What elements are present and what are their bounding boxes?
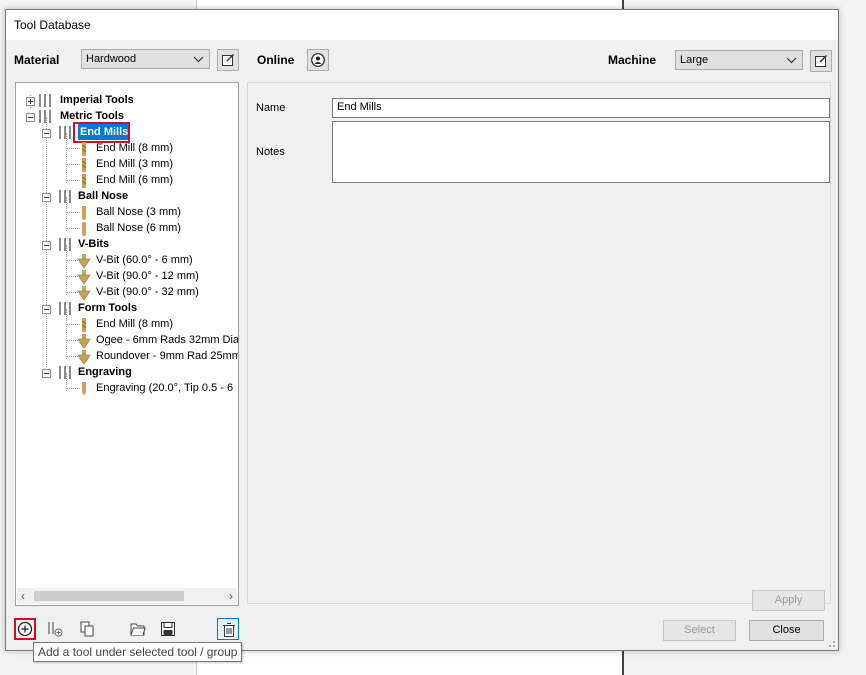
collapse-form-tools-toggle[interactable] [42,305,51,314]
tree-connector [66,228,80,229]
v-bit-icon [77,254,91,269]
name-value: End Mills [337,101,382,113]
add-group-icon [48,622,63,637]
tree-connector [66,388,80,389]
ball-nose-icon [82,222,86,236]
edit-material-button[interactable] [217,49,239,71]
edit-machine-button[interactable] [810,50,832,72]
name-field[interactable]: End Mills [332,98,830,118]
tool-group-icon [59,190,71,203]
open-button[interactable] [127,618,149,640]
chevron-down-icon [193,56,204,63]
tool-group-icon [59,302,71,315]
delete-button[interactable] [217,618,239,640]
end-mill-icon [81,142,87,156]
tree-connector [66,324,80,325]
tree-connector [66,180,80,181]
online-label: Online [257,53,295,67]
tool-group-icon [59,366,71,379]
add-tool-button[interactable] [14,618,36,640]
expand-imperial-toggle[interactable] [26,97,35,106]
v-bit-icon [77,270,91,285]
folder-icon [130,623,146,636]
select-button[interactable]: Select [663,620,736,641]
tree-horizontal-scrollbar[interactable]: ‹ › [17,588,237,604]
machine-label: Machine [608,53,657,67]
apply-button[interactable]: Apply [752,590,825,611]
tool-group-icon [59,126,71,139]
name-label: Name [256,102,286,114]
machine-value: Large [680,54,709,66]
end-mill-icon [81,318,87,332]
tree-connector [66,212,80,213]
collapse-end-mills-toggle[interactable] [42,129,51,138]
add-group-button[interactable] [44,618,66,640]
close-button[interactable]: Close [749,620,824,641]
resize-grip-icon[interactable] [826,638,836,648]
tree-connector [66,148,80,149]
collapse-v-bits-toggle[interactable] [42,241,51,250]
tree-connector [66,164,80,165]
collapse-ball-nose-toggle[interactable] [42,193,51,202]
online-user-button[interactable] [307,49,329,71]
trash-icon [223,623,235,637]
tool-database-dialog: Tool Database Material Hardwood Online M… [5,9,839,651]
ball-nose-icon [82,206,86,220]
scrollbar-thumb[interactable] [34,591,184,601]
copy-icon [80,621,94,637]
tooltip: Add a tool under selected tool / group [33,642,243,662]
collapse-metric-toggle[interactable] [26,113,35,122]
chevron-down-icon [786,57,797,64]
form-tool-icon [77,334,91,349]
machine-dropdown[interactable]: Large [675,50,803,70]
tool-group-icon [39,94,51,107]
collapse-engraving-toggle[interactable] [42,369,51,378]
title-bar: Tool Database [6,10,838,40]
notes-field[interactable] [332,121,830,183]
scroll-right-icon[interactable]: › [229,589,233,603]
tool-tree[interactable]: Imperial Tools Metric Tools End Mills En… [15,82,239,606]
material-label: Material [14,53,60,67]
user-circle-icon [311,53,325,67]
add-circle-icon [17,621,33,637]
material-dropdown[interactable]: Hardwood [81,49,210,69]
edit-icon [222,53,235,66]
notes-label: Notes [256,146,285,158]
tool-details-panel: Name End Mills Notes Apply [247,82,831,611]
form-tool-icon [77,350,91,365]
save-icon [161,622,175,636]
tool-group-icon [39,110,51,123]
material-value: Hardwood [86,53,137,65]
v-bit-icon [77,286,91,301]
engraving-tool-icon [82,382,86,396]
scroll-left-icon[interactable]: ‹ [21,589,25,603]
copy-button[interactable] [76,618,98,640]
save-button[interactable] [157,618,179,640]
end-mill-icon [81,158,87,172]
tool-group-icon [59,238,71,251]
end-mill-icon [81,174,87,188]
window-title: Tool Database [14,18,91,32]
edit-icon [815,54,828,67]
